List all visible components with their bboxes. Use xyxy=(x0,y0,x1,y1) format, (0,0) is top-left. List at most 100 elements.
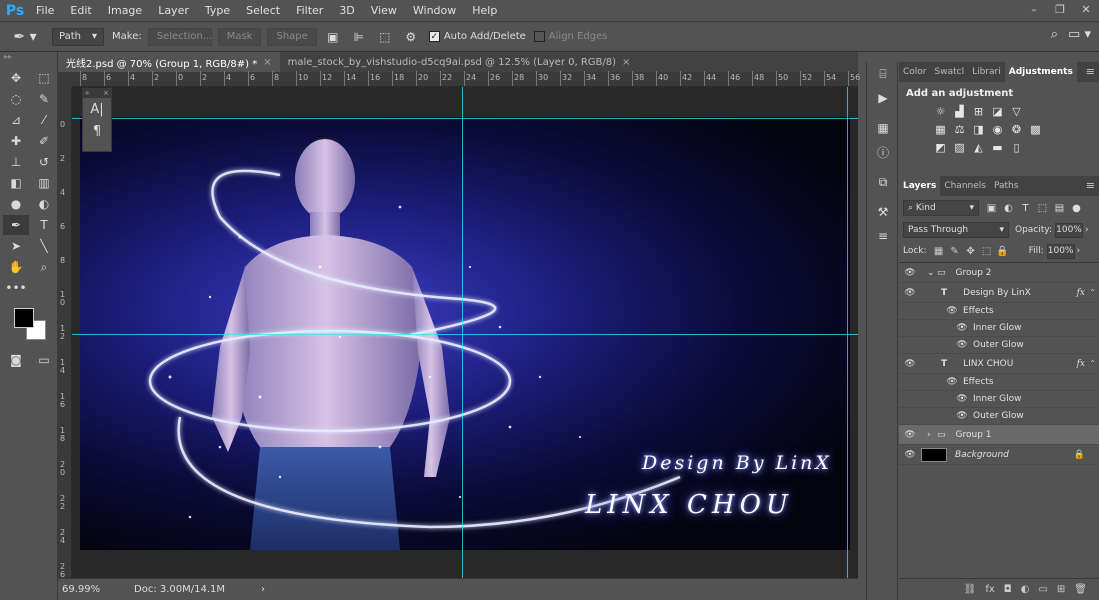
layers-panel-menu-icon[interactable]: ≡ xyxy=(1086,179,1095,192)
clone-stamp-icon[interactable]: ⊥ xyxy=(3,152,29,172)
lock-all-icon[interactable]: 🔒 xyxy=(995,246,1011,257)
menu-3d[interactable]: 3D xyxy=(331,0,362,22)
adjustment-layer-icon[interactable]: ◐ xyxy=(1021,584,1030,595)
opacity-field[interactable]: 100% xyxy=(1055,222,1083,238)
dodge-tool-icon[interactable]: ◐ xyxy=(31,194,57,214)
filter-type-icon[interactable]: T xyxy=(1017,200,1034,216)
minimize-button[interactable]: – xyxy=(1021,0,1047,18)
menu-filter[interactable]: Filter xyxy=(288,0,331,22)
eye-icon[interactable]: 👁 xyxy=(955,340,969,350)
eye-icon[interactable]: 👁 xyxy=(899,450,921,460)
chevron-right-icon[interactable]: › xyxy=(927,430,937,440)
filter-toggle-icon[interactable]: ● xyxy=(1068,200,1085,216)
tab-adjustments[interactable]: Adjustments xyxy=(1004,62,1077,82)
align-edges-checkbox[interactable] xyxy=(533,31,545,42)
guide-horizontal[interactable] xyxy=(72,118,858,119)
fill-field[interactable]: 100% xyxy=(1046,243,1075,259)
close-tab-icon[interactable]: × xyxy=(622,57,630,68)
eye-icon[interactable]: 👁 xyxy=(955,323,969,333)
pen-icon[interactable]: ✒ ▾ xyxy=(6,25,44,49)
fx-icon[interactable]: fx xyxy=(1077,359,1085,369)
marquee-tool-icon[interactable]: ⬚ xyxy=(31,68,57,88)
vibrance-icon[interactable]: ▽ xyxy=(1009,104,1024,119)
auto-add-delete-checkbox[interactable]: ✓ xyxy=(428,31,440,42)
layer-row[interactable]: 👁 T Design By LinX fx ⌃ xyxy=(899,283,1099,303)
foreground-color-swatch[interactable] xyxy=(14,308,34,328)
lock-artboard-icon[interactable]: ⬚ xyxy=(979,246,995,257)
shape-tool-icon[interactable]: ╲ xyxy=(31,236,57,256)
status-menu-arrow-icon[interactable]: › xyxy=(261,584,265,595)
screen-mode-icon[interactable]: ▭ xyxy=(31,350,57,370)
guide-vertical[interactable] xyxy=(847,87,848,578)
quick-mask-icon[interactable]: ◙ xyxy=(3,350,29,370)
brush-settings-icon[interactable]: ≡ xyxy=(867,224,899,248)
move-tool-icon[interactable]: ✥ xyxy=(3,68,29,88)
new-layer-icon[interactable]: ⊞ xyxy=(1057,584,1065,595)
eye-icon[interactable]: 👁 xyxy=(899,430,921,440)
guide-horizontal[interactable] xyxy=(72,334,858,335)
tab-librari[interactable]: Librari xyxy=(968,62,1005,82)
zoom-level[interactable]: 69.99% xyxy=(62,584,122,595)
close-button[interactable]: ✕ xyxy=(1073,0,1099,18)
shape-button[interactable]: Shape xyxy=(267,27,317,46)
document-tab[interactable]: 光线2.psd @ 70% (Group 1, RGB/8#) * × xyxy=(58,52,280,72)
menu-help[interactable]: Help xyxy=(464,0,505,22)
zoom-tool-icon[interactable]: ⌕ xyxy=(31,257,57,277)
eye-icon[interactable]: 👁 xyxy=(899,359,921,369)
menu-image[interactable]: Image xyxy=(100,0,150,22)
eye-icon[interactable]: 👁 xyxy=(955,394,969,404)
tab-channels[interactable]: Channels xyxy=(940,176,990,196)
levels-icon[interactable]: ▟ xyxy=(952,104,967,119)
path-alignment-icon[interactable]: ⊫ xyxy=(349,27,369,47)
chevron-right-icon[interactable]: › xyxy=(1077,246,1081,256)
color-lookup-icon[interactable]: ▩ xyxy=(1028,122,1043,137)
layer-row[interactable]: 👁 Outer Glow xyxy=(899,337,1099,354)
history-panel-icon[interactable]: ⌸ xyxy=(867,62,899,86)
selection-button[interactable]: Selection... xyxy=(147,27,212,46)
chevron-down-icon[interactable]: ⌄ xyxy=(927,268,937,278)
more-tools-icon[interactable]: ••• xyxy=(3,278,29,298)
add-mask-icon[interactable]: ◘ xyxy=(1004,584,1012,595)
info-panel-icon[interactable]: ⓘ xyxy=(867,140,899,164)
menu-select[interactable]: Select xyxy=(238,0,288,22)
collapse-icon[interactable]: » xyxy=(85,89,89,98)
document-canvas[interactable]: Design By LinX LINX CHOU xyxy=(72,87,858,578)
menu-file[interactable]: File xyxy=(28,0,62,22)
eye-icon[interactable]: 👁 xyxy=(945,377,959,387)
search-icon[interactable]: ⌕ xyxy=(1051,27,1058,42)
ruler-horizontal[interactable]: 8 6 4 2 0 2 4 6 8 10 12 14 16 18 20 22 24 26 28 30 32 34 36 38 4… xyxy=(72,71,879,87)
eye-icon[interactable]: 👁 xyxy=(899,288,921,298)
lock-pixels-icon[interactable]: ✎ xyxy=(947,246,963,257)
filter-shape-icon[interactable]: ⬚ xyxy=(1034,200,1051,216)
mask-button[interactable]: Mask xyxy=(217,27,262,46)
menu-layer[interactable]: Layer xyxy=(150,0,197,22)
layer-row[interactable]: 👁 Outer Glow xyxy=(899,408,1099,425)
lock-transparency-icon[interactable]: ▦ xyxy=(931,246,947,257)
layer-row[interactable]: 👁 ⌄ ▭ Group 2 xyxy=(899,263,1099,283)
tab-paths[interactable]: Paths xyxy=(990,176,1022,196)
tool-presets-icon[interactable]: ⚒ xyxy=(867,200,899,224)
paragraph-panel-icon[interactable]: ¶ xyxy=(83,120,111,142)
layer-row[interactable]: 👁 Effects xyxy=(899,374,1099,391)
panel-menu-icon[interactable]: ≡ xyxy=(1086,65,1095,78)
hue-saturation-icon[interactable]: ▦ xyxy=(933,122,948,137)
lock-position-icon[interactable]: ✥ xyxy=(963,246,979,257)
glyphs-panel-icon[interactable]: ⧉ xyxy=(867,170,899,194)
selective-color-icon[interactable]: ▯ xyxy=(1009,140,1024,155)
healing-brush-icon[interactable]: ✚ xyxy=(3,131,29,151)
actions-panel-icon[interactable]: ▶ xyxy=(867,86,899,110)
menu-view[interactable]: View xyxy=(363,0,405,22)
color-balance-icon[interactable]: ⚖ xyxy=(952,122,967,137)
layer-row[interactable]: 👁 Background 🔒 xyxy=(899,445,1099,465)
new-group-icon[interactable]: ▭ xyxy=(1038,584,1047,595)
hand-tool-icon[interactable]: ✋ xyxy=(3,257,29,277)
restore-button[interactable]: ❐ xyxy=(1047,0,1073,18)
character-panel-icon[interactable]: A| xyxy=(83,98,111,120)
toolbar-handle-icon[interactable]: ▸▸ xyxy=(0,52,57,68)
tab-layers[interactable]: Layers xyxy=(899,176,941,196)
history-brush-icon[interactable]: ↺ xyxy=(31,152,57,172)
layer-filter-select[interactable]: ⌕ Kind ▾ xyxy=(903,200,979,216)
type-tool-icon[interactable]: T xyxy=(31,215,57,235)
brush-tool-icon[interactable]: ✐ xyxy=(31,131,57,151)
guide-vertical[interactable] xyxy=(462,87,463,578)
